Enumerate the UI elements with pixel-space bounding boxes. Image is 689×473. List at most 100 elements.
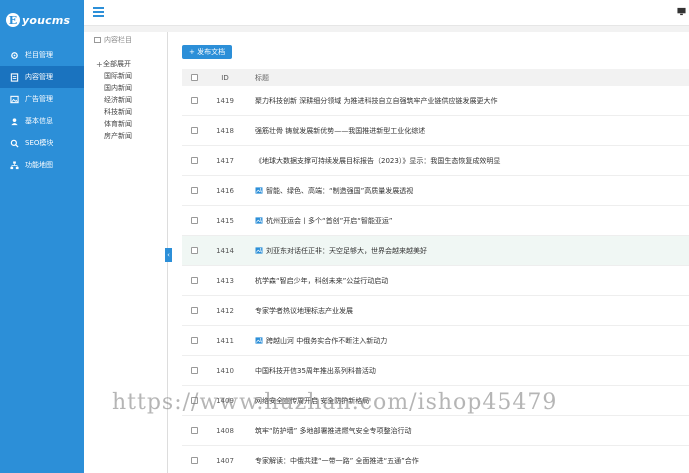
row-checkbox[interactable] xyxy=(190,367,198,374)
image-icon xyxy=(255,187,263,194)
sidebar-item-ad-management[interactable]: 广告管理 xyxy=(0,88,84,110)
row-title-link[interactable]: 刘亚东对话任正非：天空足够大，世界会越来越美好 xyxy=(244,246,689,256)
monitor-icon[interactable] xyxy=(677,7,686,16)
row-checkbox[interactable] xyxy=(190,397,198,404)
row-checkbox[interactable] xyxy=(190,187,198,194)
sidebar-item-label: 栏目管理 xyxy=(25,51,53,59)
table-row[interactable]: 1419 聚力科技创新 深耕细分领域 为推进科技自立自强筑牢产业链供应链发展更大作 xyxy=(182,86,689,116)
row-title-link[interactable]: 强筋壮骨 铸就发展新优势——我国推进新型工业化综述 xyxy=(244,126,689,136)
row-title-link[interactable]: 跨越山河 中俄务实合作不断注入新动力 xyxy=(244,336,689,346)
category-root[interactable]: + 全部展开 xyxy=(96,58,167,70)
gear-icon xyxy=(9,50,19,60)
logo-text: youcms xyxy=(22,13,71,27)
row-checkbox[interactable] xyxy=(190,157,198,164)
category-root-label: 全部展开 xyxy=(103,60,131,68)
row-checkbox[interactable] xyxy=(190,457,198,464)
row-title-text: 聚力科技创新 深耕细分领域 为推进科技自立自强筑牢产业链供应链发展更大作 xyxy=(255,96,498,105)
row-title-text: 专家学者热议地理标志产业发展 xyxy=(255,306,353,315)
image-icon xyxy=(255,217,263,224)
logo[interactable]: E youcms xyxy=(0,0,84,40)
select-all-checkbox[interactable] xyxy=(190,74,198,81)
category-item-label: 科技新闻 xyxy=(104,108,132,116)
table-row[interactable]: 1409 网络安全宣传周开启 安全防护新格局 xyxy=(182,386,689,416)
row-id: 1409 xyxy=(216,396,234,405)
category-item-label: 国内新闻 xyxy=(104,84,132,92)
category-panel: 内容栏目 + 全部展开 国际新闻 国内新闻 经济新闻 科技新闻 体育新闻 房产新… xyxy=(90,32,168,473)
category-item[interactable]: 国内新闻 xyxy=(96,82,167,94)
row-checkbox[interactable] xyxy=(190,247,198,254)
table-row[interactable]: 1417 《地球大数据支撑可持续发展目标报告（2023）》显示：我国生态恢复成效明… xyxy=(182,146,689,176)
sidebar-item-label: 基本信息 xyxy=(25,117,53,125)
row-checkbox[interactable] xyxy=(190,97,198,104)
category-item[interactable]: 房产新闻 xyxy=(96,130,167,142)
category-item[interactable]: 体育新闻 xyxy=(96,118,167,130)
row-title-link[interactable]: 聚力科技创新 深耕细分领域 为推进科技自立自强筑牢产业链供应链发展更大作 xyxy=(244,96,689,106)
row-title-text: 强筋壮骨 铸就发展新优势——我国推进新型工业化综述 xyxy=(255,126,426,135)
sitemap-icon xyxy=(9,160,19,170)
sidebar-item-content-management[interactable]: 内容管理 xyxy=(0,66,84,88)
row-title-link[interactable]: 杭学森“智启少年，科创未来”公益行动启动 xyxy=(244,276,689,286)
row-id: 1411 xyxy=(216,336,234,345)
sidebar: E youcms 栏目管理 内容管理 广告管理 基本信息 SEO模块 功能地图 xyxy=(0,0,84,473)
row-id: 1417 xyxy=(216,156,234,165)
row-title-text: 筑牢“防护墙” 多地部署推进燃气安全专项整治行动 xyxy=(255,426,412,435)
category-item[interactable]: 国际新闻 xyxy=(96,70,167,82)
row-checkbox[interactable] xyxy=(190,217,198,224)
column-header-id: ID xyxy=(221,73,229,82)
row-checkbox[interactable] xyxy=(190,277,198,284)
row-title-text: 杭州亚运会丨多个“首创”开启“智能亚运” xyxy=(266,216,393,225)
sidebar-item-seo[interactable]: SEO模块 xyxy=(0,132,84,154)
column-header-title: 标题 xyxy=(255,73,269,82)
row-id: 1418 xyxy=(216,126,234,135)
row-title-link[interactable]: 专家解读：中俄共建“一带一路” 全面推进“五通”合作 xyxy=(244,456,689,466)
user-icon xyxy=(9,116,19,126)
row-id: 1410 xyxy=(216,366,234,375)
row-id: 1414 xyxy=(216,246,234,255)
table-row[interactable]: 1413 杭学森“智启少年，科创未来”公益行动启动 xyxy=(182,266,689,296)
sidebar-item-basic-info[interactable]: 基本信息 xyxy=(0,110,84,132)
collapse-panel-button[interactable]: ‹ xyxy=(165,248,172,262)
row-title-text: 网络安全宣传周开启 安全防护新格局 xyxy=(255,396,370,405)
row-title-link[interactable]: 智能、绿色、高端：“制造强国”高质量发展透视 xyxy=(244,186,689,196)
row-checkbox[interactable] xyxy=(190,427,198,434)
image-icon xyxy=(255,337,263,344)
row-checkbox[interactable] xyxy=(190,307,198,314)
sidebar-item-column-management[interactable]: 栏目管理 xyxy=(0,44,84,66)
row-title-link[interactable]: 筑牢“防护墙” 多地部署推进燃气安全专项整治行动 xyxy=(244,426,689,436)
table-row[interactable]: 1408 筑牢“防护墙” 多地部署推进燃气安全专项整治行动 xyxy=(182,416,689,446)
table-row[interactable]: 1411 跨越山河 中俄务实合作不断注入新动力 xyxy=(182,326,689,356)
row-title-text: 刘亚东对话任正非：天空足够大，世界会越来越美好 xyxy=(266,246,427,255)
row-id: 1416 xyxy=(216,186,234,195)
category-item[interactable]: 科技新闻 xyxy=(96,106,167,118)
category-panel-title: 内容栏目 xyxy=(104,36,132,44)
row-title-link[interactable]: 网络安全宣传周开启 安全防护新格局 xyxy=(244,396,689,406)
row-title-link[interactable]: 杭州亚运会丨多个“首创”开启“智能亚运” xyxy=(244,216,689,226)
row-title-text: 跨越山河 中俄务实合作不断注入新动力 xyxy=(266,336,388,345)
category-item[interactable]: 经济新闻 xyxy=(96,94,167,106)
row-title-link[interactable]: 《地球大数据支撑可持续发展目标报告（2023）》显示：我国生态恢复成效明显 xyxy=(244,156,689,166)
table-row[interactable]: 1412 专家学者热议地理标志产业发展 xyxy=(182,296,689,326)
row-checkbox[interactable] xyxy=(190,127,198,134)
row-title-link[interactable]: 专家学者热议地理标志产业发展 xyxy=(244,306,689,316)
table-row[interactable]: 1414 刘亚东对话任正非：天空足够大，世界会越来越美好 xyxy=(182,236,689,266)
table-header: ID 标题 xyxy=(182,69,689,86)
search-icon xyxy=(9,138,19,148)
logo-badge: E xyxy=(6,13,20,27)
category-item-label: 国际新闻 xyxy=(104,72,132,80)
category-item-label: 经济新闻 xyxy=(104,96,132,104)
table-row[interactable]: 1407 专家解读：中俄共建“一带一路” 全面推进“五通”合作 xyxy=(182,446,689,473)
table-row[interactable]: 1416 智能、绿色、高端：“制造强国”高质量发展透视 xyxy=(182,176,689,206)
row-title-link[interactable]: 中国科技开信35周年推出系列科普活动 xyxy=(244,366,689,376)
sidebar-menu: 栏目管理 内容管理 广告管理 基本信息 SEO模块 功能地图 xyxy=(0,44,84,176)
category-item-label: 房产新闻 xyxy=(104,132,132,140)
menu-toggle-icon[interactable] xyxy=(93,7,104,17)
row-checkbox[interactable] xyxy=(190,337,198,344)
expand-icon[interactable]: + xyxy=(96,60,103,69)
add-article-button[interactable]: + 发布文档 xyxy=(182,45,233,59)
sidebar-item-label: SEO模块 xyxy=(25,139,54,147)
table-row[interactable]: 1415 杭州亚运会丨多个“首创”开启“智能亚运” xyxy=(182,206,689,236)
table-row[interactable]: 1418 强筋壮骨 铸就发展新优势——我国推进新型工业化综述 xyxy=(182,116,689,146)
sidebar-item-sitemap[interactable]: 功能地图 xyxy=(0,154,84,176)
table-row[interactable]: 1410 中国科技开信35周年推出系列科普活动 xyxy=(182,356,689,386)
row-title-text: 《地球大数据支撑可持续发展目标报告（2023）》显示：我国生态恢复成效明显 xyxy=(255,156,501,165)
